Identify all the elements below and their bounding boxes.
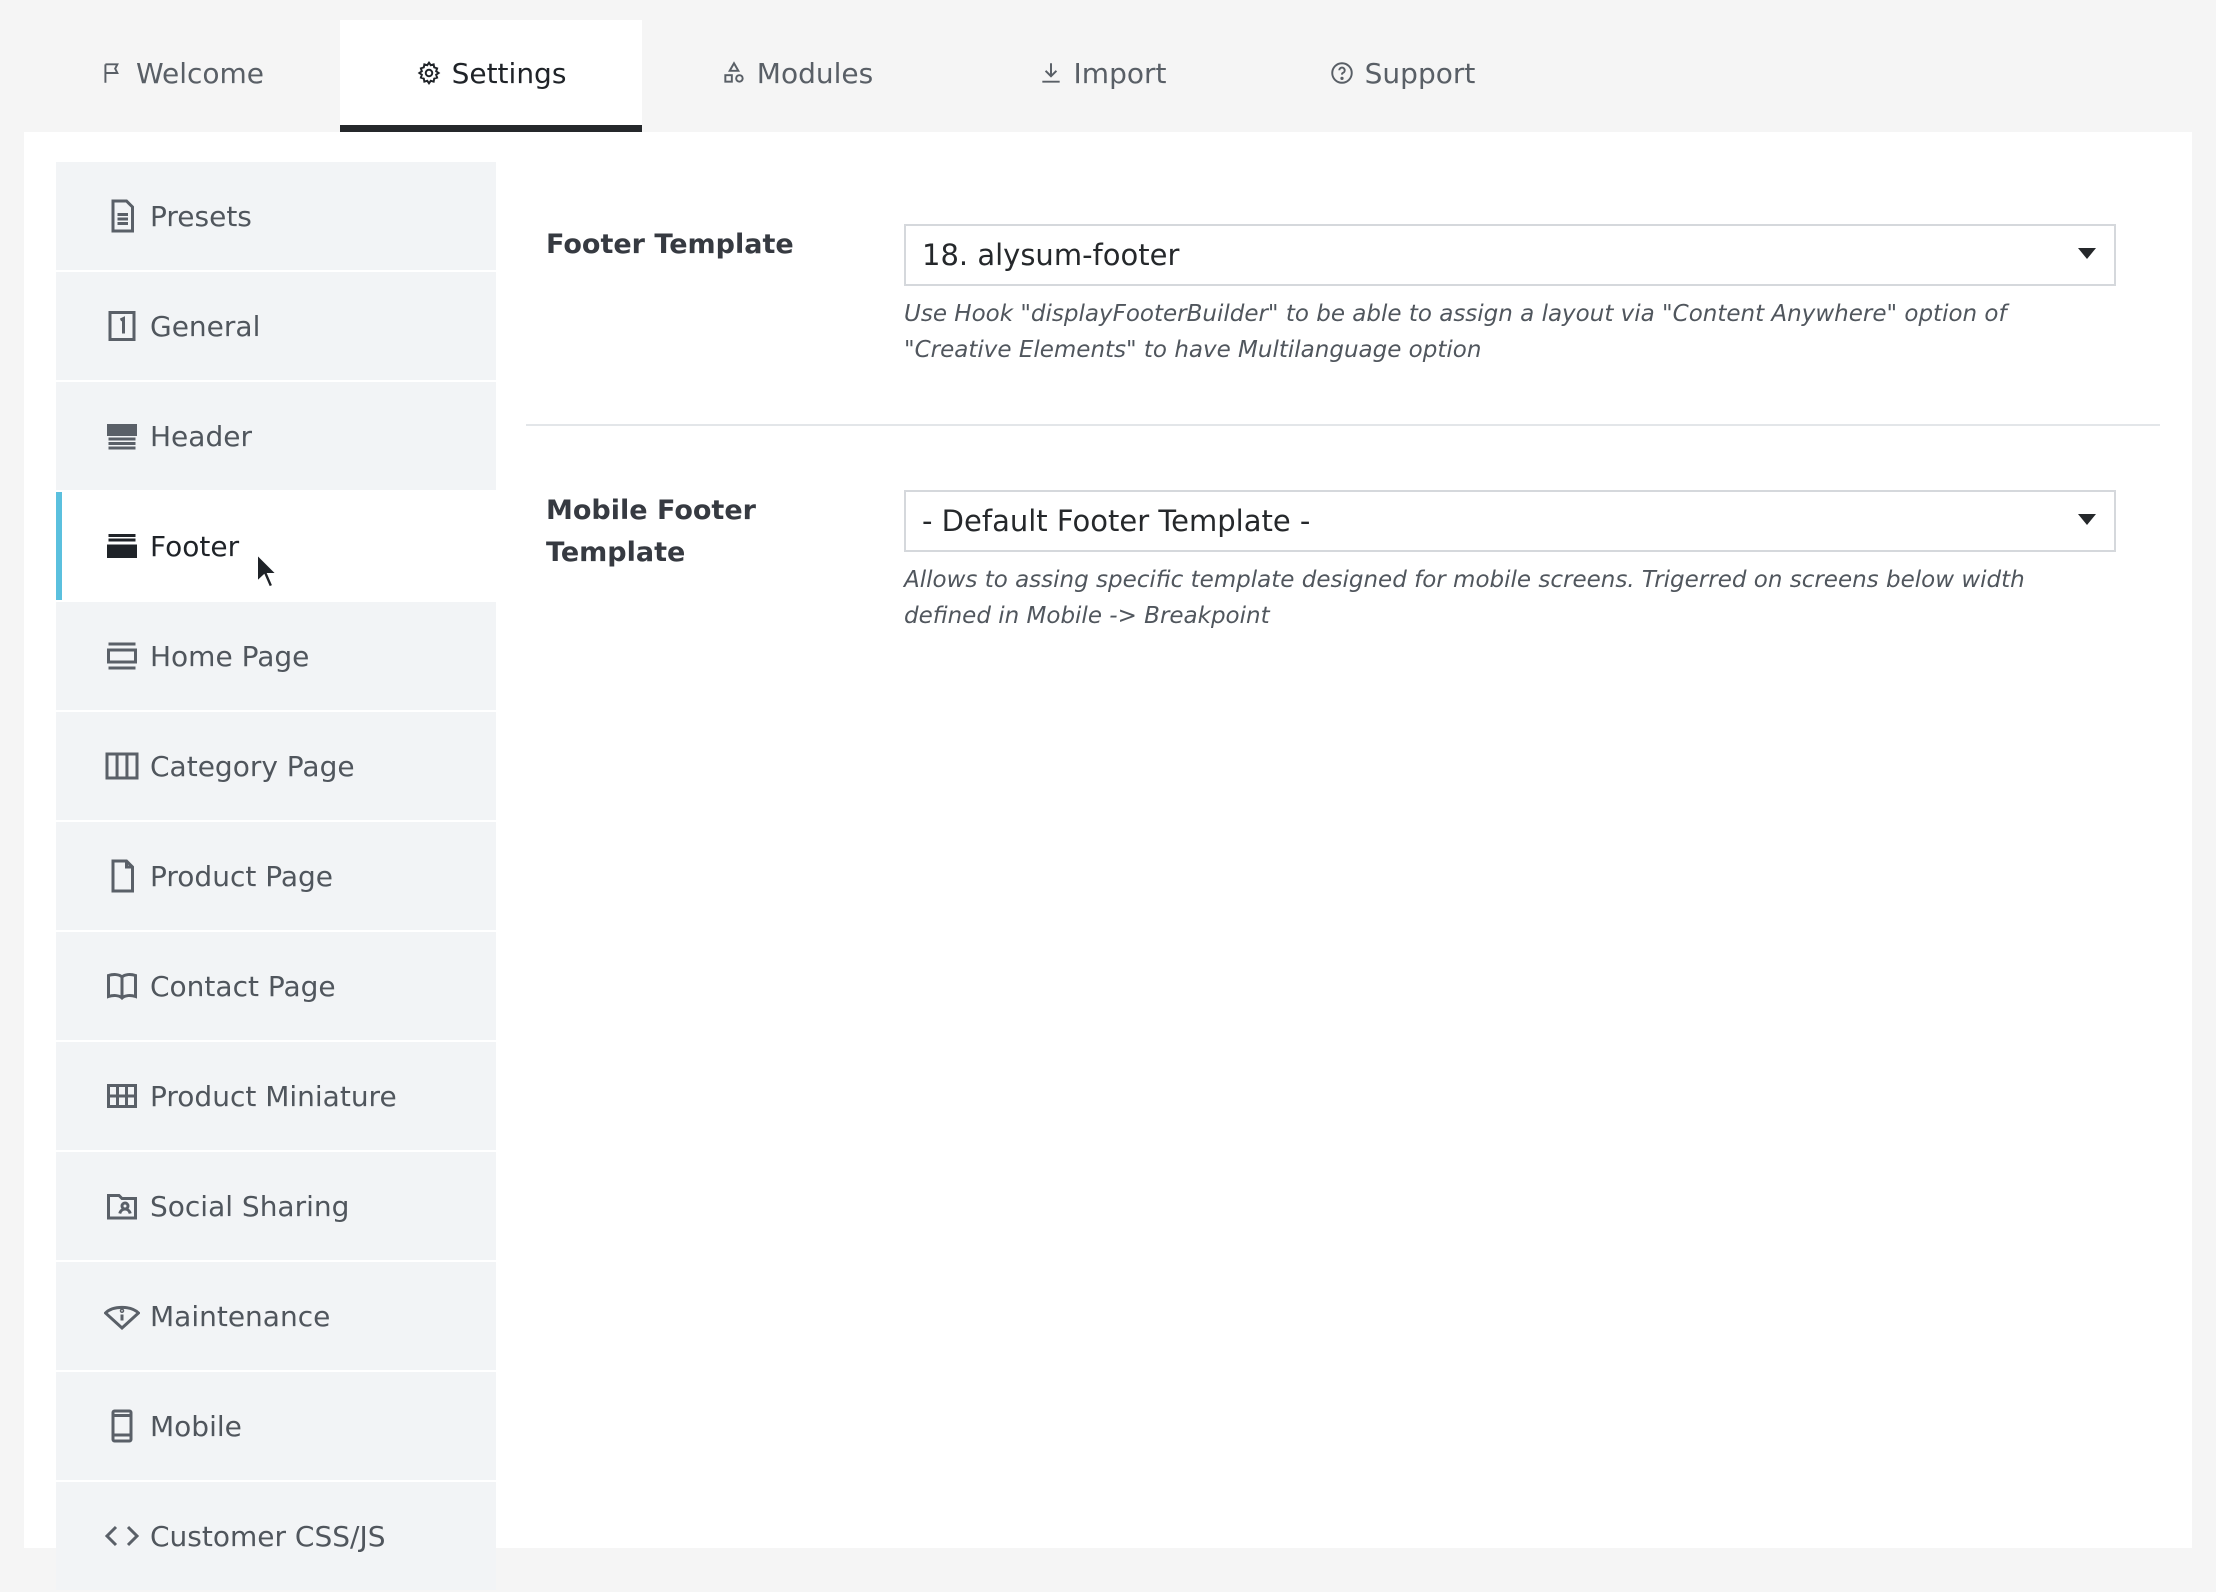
folder-user-icon bbox=[107, 1194, 137, 1220]
sidebar-item-header[interactable]: Header bbox=[56, 382, 496, 490]
tab-settings[interactable]: Settings bbox=[340, 20, 642, 132]
sidebar-item-contact-page[interactable]: Contact Page bbox=[56, 932, 496, 1040]
tab-label: Settings bbox=[451, 56, 567, 90]
settings-sidebar: Presets General Header Footer Home Page … bbox=[56, 162, 496, 1592]
sidebar-item-label: Presets bbox=[150, 199, 252, 233]
book-icon bbox=[107, 973, 137, 1001]
mobile-footer-template-select[interactable]: - Default Footer Template - bbox=[904, 490, 2116, 552]
mouse-cursor-icon bbox=[256, 552, 280, 589]
sidebar-item-label: General bbox=[150, 309, 261, 343]
help-circle-icon bbox=[1330, 62, 1353, 84]
tab-modules[interactable]: Modules bbox=[642, 20, 952, 132]
sidebar-item-home-page[interactable]: Home Page bbox=[56, 602, 496, 710]
sidebar-item-label: Footer bbox=[150, 529, 240, 563]
code-icon bbox=[104, 1525, 140, 1547]
sidebar-item-label: Product Page bbox=[150, 859, 333, 893]
columns-icon bbox=[105, 752, 139, 780]
tab-support[interactable]: Support bbox=[1252, 20, 1552, 132]
sidebar-item-general[interactable]: General bbox=[56, 272, 496, 380]
sidebar-item-label: Social Sharing bbox=[150, 1189, 350, 1223]
sidebar-item-label: Mobile bbox=[150, 1409, 242, 1443]
sidebar-item-label: Home Page bbox=[150, 639, 310, 673]
tab-label: Import bbox=[1073, 56, 1167, 90]
mobile-footer-template-selected: - Default Footer Template - bbox=[922, 504, 1311, 538]
sidebar-item-maintenance[interactable]: Maintenance bbox=[56, 1262, 496, 1370]
header-layout-icon bbox=[107, 424, 137, 450]
file-text-icon bbox=[111, 199, 134, 233]
tab-import[interactable]: Import bbox=[952, 20, 1252, 132]
sidebar-item-label: Category Page bbox=[150, 749, 355, 783]
sidebar-item-social-sharing[interactable]: Social Sharing bbox=[56, 1152, 496, 1260]
sidebar-item-label: Product Miniature bbox=[150, 1079, 397, 1113]
tab-label: Support bbox=[1364, 56, 1476, 90]
top-tabs: Welcome Settings Modules Import Support bbox=[24, 20, 1552, 132]
mobile-icon bbox=[111, 1409, 133, 1443]
footer-template-label: Footer Template bbox=[546, 229, 794, 260]
sidebar-item-presets[interactable]: Presets bbox=[56, 162, 496, 270]
mobile-footer-template-help: Allows to assing specific template desig… bbox=[904, 567, 2025, 629]
gear-icon bbox=[417, 61, 440, 85]
eye-info-icon bbox=[104, 1305, 140, 1331]
number-one-icon bbox=[108, 311, 136, 341]
sidebar-item-mobile[interactable]: Mobile bbox=[56, 1372, 496, 1480]
caret-down-icon bbox=[2078, 248, 2096, 259]
footer-layout-icon bbox=[107, 534, 137, 558]
sidebar-item-label: Header bbox=[150, 419, 252, 453]
footer-template-select[interactable]: 18. alysum-footer bbox=[904, 224, 2116, 286]
mobile-footer-template-label: Mobile Footer Template bbox=[546, 495, 756, 568]
caret-down-icon bbox=[2078, 514, 2096, 525]
shapes-icon bbox=[724, 61, 744, 83]
mobile-footer-template-control: - Default Footer Template - Allows to as… bbox=[904, 490, 2116, 634]
file-icon bbox=[111, 859, 134, 893]
sidebar-item-category-page[interactable]: Category Page bbox=[56, 712, 496, 820]
section-divider bbox=[526, 424, 2160, 426]
footer-template-help: Use Hook "displayFooterBuilder" to be ab… bbox=[904, 301, 2007, 363]
tab-welcome[interactable]: Welcome bbox=[24, 20, 340, 132]
home-layout-icon bbox=[107, 642, 137, 670]
tab-label: Welcome bbox=[135, 56, 265, 90]
sidebar-item-customer-css-js[interactable]: Customer CSS/JS bbox=[56, 1482, 496, 1590]
sidebar-item-label: Contact Page bbox=[150, 969, 336, 1003]
sidebar-item-label: Maintenance bbox=[150, 1299, 331, 1333]
sidebar-item-product-miniature[interactable]: Product Miniature bbox=[56, 1042, 496, 1150]
flag-icon bbox=[104, 63, 119, 83]
settings-panel: Presets General Header Footer Home Page … bbox=[24, 132, 2192, 1590]
tab-label: Modules bbox=[756, 56, 874, 90]
download-icon bbox=[1041, 63, 1060, 83]
footer-template-control: 18. alysum-footer Use Hook "displayFoote… bbox=[904, 224, 2116, 368]
footer-template-selected: 18. alysum-footer bbox=[922, 238, 1180, 272]
grid-icon bbox=[107, 1084, 137, 1108]
sidebar-item-product-page[interactable]: Product Page bbox=[56, 822, 496, 930]
